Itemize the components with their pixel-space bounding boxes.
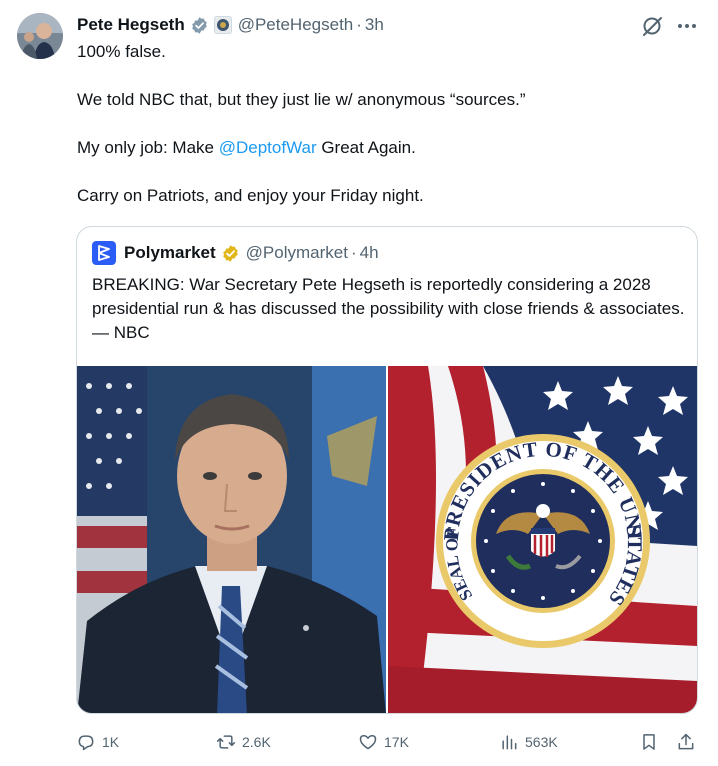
author-handle[interactable]: @PeteHegseth	[238, 15, 354, 35]
polymarket-logo	[92, 241, 116, 265]
reply-icon	[78, 735, 94, 751]
tweet-line: Carry on Patriots, and enjoy your Friday…	[77, 186, 424, 205]
verified-gray-icon	[191, 16, 207, 34]
like-button[interactable]: 17K	[358, 730, 409, 754]
verified-gold-icon	[222, 244, 238, 262]
tweet-line-text: My only job: Make	[77, 138, 219, 157]
like-icon	[359, 735, 377, 750]
separator: ·	[356, 15, 362, 34]
action-bar: 1K 2.6K 17K 563K	[76, 730, 698, 754]
share-icon	[678, 733, 694, 750]
quoted-tweet[interactable]: Polymarket @Polymarket · 4h BREAKING: Wa…	[76, 226, 698, 714]
share-button[interactable]	[676, 730, 702, 754]
like-count: 17K	[384, 734, 409, 750]
seal-image[interactable]: PRESIDENT OF THE UNITED SEAL OF THE STAT…	[380, 347, 697, 713]
avatar[interactable]	[17, 13, 63, 59]
tweet-text: 100% false. We told NBC that, but they j…	[77, 40, 697, 232]
author-name[interactable]: Pete Hegseth	[77, 15, 185, 35]
repost-count: 2.6K	[242, 734, 271, 750]
repost-button[interactable]: 2.6K	[216, 730, 271, 754]
quoted-author-handle[interactable]: @Polymarket	[246, 243, 348, 263]
views-icon	[502, 735, 517, 750]
tweet-line: My only job: Make @DeptofWar Great Again…	[77, 136, 697, 160]
tweet[interactable]: Pete Hegseth @PeteHegseth · 3h 100% fals…	[0, 0, 718, 766]
quoted-tweet-time[interactable]: 4h	[360, 243, 379, 263]
grok-icon[interactable]	[641, 14, 665, 38]
tweet-line: 100% false.	[77, 42, 166, 61]
tweet-line: We told NBC that, but they just lie w/ a…	[77, 90, 526, 109]
quoted-tweet-header: Polymarket @Polymarket · 4h	[92, 241, 379, 265]
tweet-line-text: Great Again.	[316, 138, 416, 157]
tweet-header: Pete Hegseth @PeteHegseth · 3h	[77, 13, 384, 37]
bookmark-button[interactable]	[639, 730, 665, 754]
tweet-time[interactable]: 3h	[365, 15, 384, 35]
quoted-media[interactable]: PRESIDENT OF THE UNITED SEAL OF THE STAT…	[77, 347, 697, 713]
quoted-tweet-text: BREAKING: War Secretary Pete Hegseth is …	[92, 275, 685, 342]
bookmark-icon	[643, 734, 655, 750]
more-icon[interactable]	[676, 16, 698, 36]
portrait-image[interactable]	[77, 366, 386, 713]
mention-link[interactable]: @DeptofWar	[219, 138, 317, 157]
quoted-author-name[interactable]: Polymarket	[124, 243, 216, 263]
views-button[interactable]: 563K	[499, 730, 558, 754]
separator: ·	[350, 243, 357, 262]
repost-icon	[216, 735, 236, 749]
reply-count: 1K	[102, 734, 120, 750]
views-count: 563K	[525, 734, 558, 750]
reply-button[interactable]: 1K	[76, 730, 119, 754]
affiliate-badge-icon[interactable]	[213, 16, 232, 34]
